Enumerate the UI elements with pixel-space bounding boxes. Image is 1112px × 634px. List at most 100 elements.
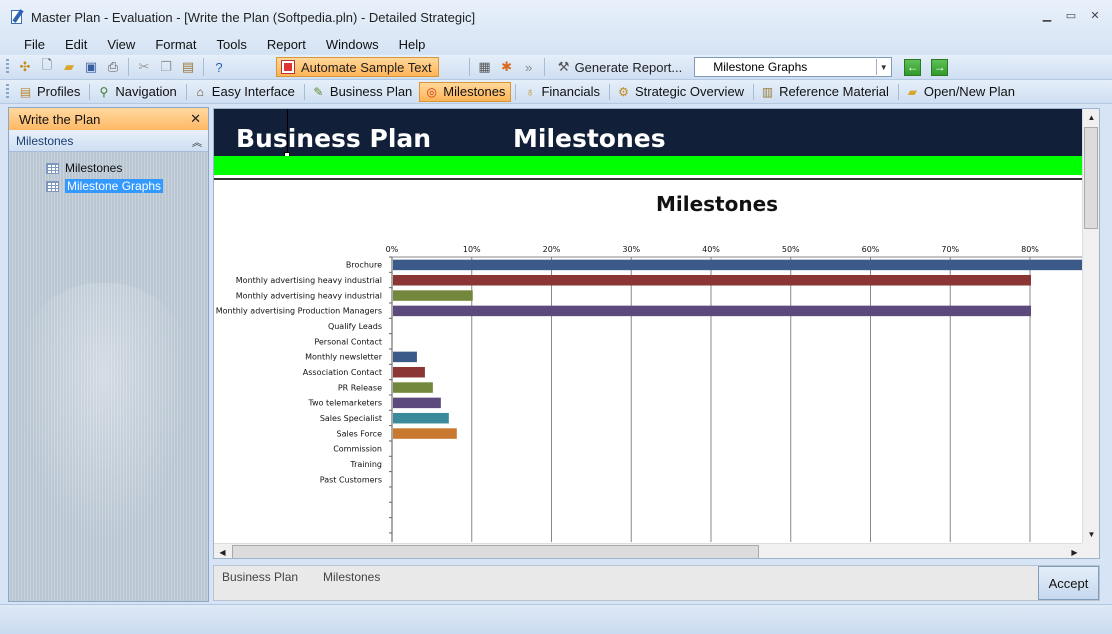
scroll-left-icon[interactable]: ◀: [214, 544, 231, 558]
toolbar-separator: [203, 58, 204, 76]
category-label: Two telemarketers: [307, 399, 382, 408]
category-label: Past Customers: [320, 475, 382, 484]
bar: [393, 351, 417, 363]
money-bag-icon: ♁: [525, 84, 535, 99]
scroll-corner: [1082, 543, 1099, 558]
sidebar-section-header[interactable]: Milestones ︽: [9, 130, 208, 152]
automate-label: Automate Sample Text: [301, 59, 432, 75]
close-icon[interactable]: ✕: [1088, 9, 1102, 22]
menu-report[interactable]: Report: [257, 37, 316, 52]
tab-open-new-plan[interactable]: ▰ Open/New Plan: [901, 82, 1020, 102]
status-bar: [0, 604, 1112, 634]
tab-profiles[interactable]: ▤ Profiles: [14, 82, 85, 102]
horizontal-scrollbar[interactable]: ◀ ▶: [214, 543, 1083, 558]
tab-milestones[interactable]: ◎ Milestones: [419, 81, 512, 102]
bar: [393, 305, 1031, 317]
tab-label: Navigation: [115, 84, 177, 99]
scroll-up-icon[interactable]: ▲: [1083, 109, 1099, 126]
tab-easy-interface[interactable]: ⌂ Easy Interface: [189, 82, 300, 102]
bar: [393, 397, 441, 409]
close-icon[interactable]: ✕: [190, 111, 201, 127]
tab-navigation[interactable]: ⚲ Navigation: [92, 82, 181, 102]
chevron-down-icon[interactable]: ▼: [876, 59, 890, 75]
x-tick-label: 60%: [862, 245, 880, 254]
sidebar-item-milestone-graphs[interactable]: Milestone Graphs: [46, 178, 164, 194]
scroll-thumb[interactable]: [232, 545, 759, 558]
sidebar-panel: Write the Plan ✕ Milestones ︽ Milestones…: [8, 107, 209, 602]
new-icon[interactable]: 🗋: [37, 57, 57, 77]
help-icon[interactable]: ?: [209, 57, 229, 77]
generate-report-icon: ⚒: [557, 59, 570, 74]
sidebar-background-image: [19, 283, 189, 543]
breadcrumb-business-plan: Business Plan: [222, 570, 299, 584]
sidebar-item-milestones[interactable]: Milestones: [46, 160, 122, 176]
grid-icon: [46, 180, 59, 192]
menu-format[interactable]: Format: [145, 37, 206, 52]
category-label: Sales Force: [337, 429, 383, 438]
tab-label: Strategic Overview: [634, 84, 745, 99]
open-icon[interactable]: ▰: [59, 57, 79, 77]
tab-separator: [185, 83, 187, 100]
menu-file[interactable]: File: [14, 37, 55, 52]
menu-view[interactable]: View: [97, 37, 145, 52]
tools-icon[interactable]: ✣: [15, 57, 35, 77]
tab-separator: [303, 83, 305, 100]
tab-financials[interactable]: ♁ Financials: [518, 82, 605, 102]
view-select[interactable]: Milestone Graphs ▼: [694, 57, 893, 77]
scroll-thumb[interactable]: [1084, 127, 1098, 229]
paste-icon[interactable]: ▤: [178, 57, 198, 77]
window-controls: ▁ ▭ ✕: [1040, 9, 1102, 22]
navigation-icon: ⚲: [99, 84, 109, 99]
category-label: PR Release: [338, 383, 382, 392]
category-label: Brochure: [346, 261, 382, 270]
gear-icon: ⚙: [618, 84, 629, 99]
menu-edit[interactable]: Edit: [55, 37, 97, 52]
toolbar-separator: [543, 58, 545, 76]
forward-icon[interactable]: »: [519, 57, 539, 77]
menu-tools[interactable]: Tools: [206, 37, 256, 52]
save-icon[interactable]: ▣: [81, 57, 101, 77]
toolbar-separator: [468, 58, 470, 76]
report-settings-icon[interactable]: ▦: [475, 57, 495, 77]
cut-icon[interactable]: ✂: [134, 57, 154, 77]
sidebar-item-label: Milestones: [65, 161, 123, 175]
tab-separator: [753, 83, 755, 100]
x-tick-label: 0%: [386, 245, 399, 254]
copy-icon[interactable]: ❐: [156, 57, 176, 77]
chart-title: Milestones: [656, 192, 778, 216]
restore-icon[interactable]: ▭: [1064, 9, 1078, 22]
x-tick-label: 50%: [782, 245, 800, 254]
automate-sample-text-button[interactable]: Automate Sample Text: [276, 57, 439, 77]
category-label: Training: [349, 460, 382, 469]
toolbar-grip[interactable]: [6, 59, 9, 75]
category-label: Monthly advertising heavy industrial: [236, 276, 382, 285]
back-arrow-icon[interactable]: ←: [904, 58, 922, 76]
tab-label: Business Plan: [329, 84, 413, 99]
category-label: Monthly newsletter: [305, 353, 383, 362]
home-icon: ⌂: [196, 84, 204, 99]
next-arrow-icon[interactable]: →: [931, 58, 949, 76]
category-label: Association Contact: [303, 368, 382, 377]
scroll-right-icon[interactable]: ▶: [1066, 544, 1083, 558]
print-icon[interactable]: ⎙: [103, 57, 123, 77]
milestones-icon: ◎: [426, 84, 438, 99]
tab-strategic-overview[interactable]: ⚙ Strategic Overview: [612, 82, 749, 102]
menu-windows[interactable]: Windows: [316, 37, 389, 52]
vertical-scrollbar[interactable]: ▲ ▼: [1082, 109, 1099, 543]
generate-report-button[interactable]: ⚒ Generate Report...: [549, 57, 687, 77]
books-icon: ▥: [761, 84, 774, 99]
tab-label: Milestones: [443, 84, 506, 99]
tab-business-plan[interactable]: ✎ Business Plan: [307, 82, 417, 102]
wizard-icon[interactable]: ✱: [497, 57, 517, 77]
collapse-chevron-icon[interactable]: ︽: [192, 134, 202, 149]
bar: [393, 274, 1031, 286]
category-label: Sales Specialist: [320, 414, 382, 423]
accept-button[interactable]: Accept: [1038, 566, 1099, 600]
menu-help[interactable]: Help: [389, 37, 436, 52]
scroll-down-icon[interactable]: ▼: [1083, 526, 1099, 543]
tab-reference-material[interactable]: ▥ Reference Material: [756, 82, 894, 102]
toolbar-grip[interactable]: [6, 83, 9, 100]
tab-label: Reference Material: [779, 84, 889, 99]
minimize-icon[interactable]: ▁: [1040, 9, 1054, 22]
sidebar-item-label: Milestone Graphs: [65, 179, 164, 193]
